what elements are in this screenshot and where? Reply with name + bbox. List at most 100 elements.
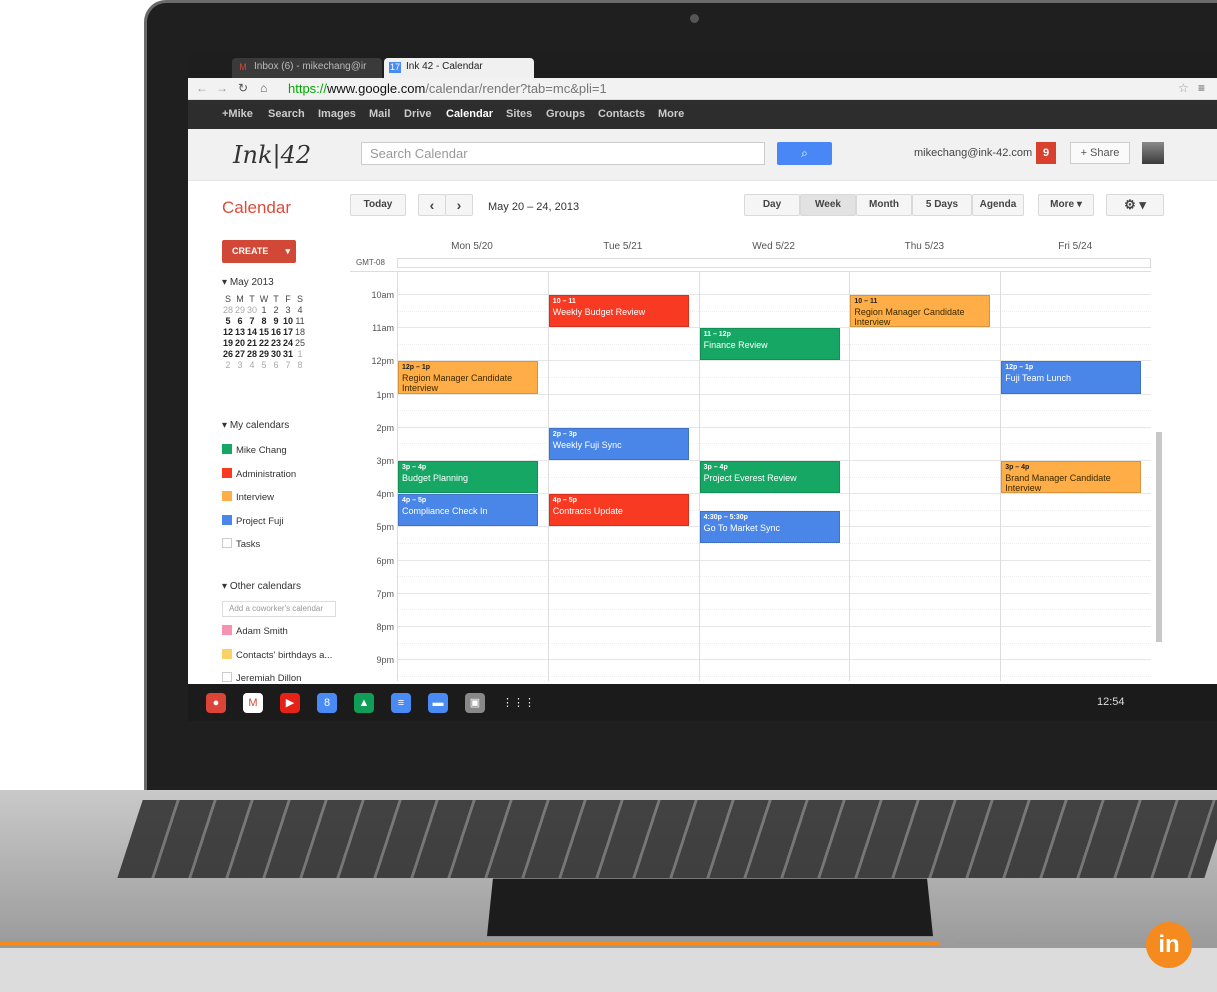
reload-icon[interactable]: ↻	[238, 81, 248, 95]
mini-day[interactable]: 18	[294, 326, 306, 337]
mini-day[interactable]: 5	[222, 315, 234, 326]
mini-day[interactable]: 30	[270, 348, 282, 359]
calendar-item[interactable]: Administration	[222, 467, 296, 480]
back-icon[interactable]: ←	[196, 81, 208, 95]
mini-day[interactable]: 24	[282, 337, 294, 348]
files-icon[interactable]: ▬	[428, 693, 448, 713]
account-email[interactable]: mikechang@ink-42.com	[914, 147, 1032, 159]
mini-day[interactable]: 25	[294, 337, 306, 348]
home-icon[interactable]: ⌂	[260, 81, 267, 95]
gbar-item[interactable]: Sites	[506, 108, 532, 120]
view-week-button[interactable]: Week	[800, 194, 856, 216]
calendar-event[interactable]: 11 – 12p Finance Review	[699, 328, 840, 361]
gbar-item[interactable]: Groups	[546, 108, 585, 120]
star-icon[interactable]: ☆	[1178, 81, 1189, 95]
mini-day[interactable]: 6	[234, 315, 246, 326]
chevron-down-icon[interactable]: ▾	[275, 240, 290, 263]
calendar-event[interactable]: 10 – 11 Region Manager Candidate Intervie…	[850, 295, 991, 328]
mini-day[interactable]: 1	[258, 304, 270, 315]
mini-day[interactable]: 19	[222, 337, 234, 348]
mini-day[interactable]: 7	[246, 315, 258, 326]
create-button[interactable]: CREATE ▾	[222, 240, 296, 263]
time-grid[interactable]: 10am 11am 12pm 1pm 2pm 3pm 4pm 5pm 6pm 7pm 8pm 9pm 1…	[350, 271, 1151, 681]
calendar-item[interactable]: Jeremiah Dillon	[222, 672, 301, 684]
mini-day[interactable]: 2	[222, 359, 234, 370]
more-button[interactable]: More ▾	[1038, 194, 1094, 216]
calendar-event[interactable]: 12p – 1p Region Manager Candidate Intervi…	[398, 361, 538, 394]
mini-day[interactable]: 29	[258, 348, 270, 359]
calendar-item[interactable]: Interview	[222, 491, 274, 503]
tab-calendar[interactable]: 17 Ink 42 - Calendar	[384, 58, 534, 78]
mini-day[interactable]: 21	[246, 337, 258, 348]
gmail-icon[interactable]: M	[243, 693, 263, 713]
mini-day[interactable]: 9	[270, 315, 282, 326]
forward-icon[interactable]: →	[216, 81, 228, 95]
mini-day[interactable]: 8	[258, 315, 270, 326]
calendar-event[interactable]: 4p – 5p Compliance Check In	[398, 494, 538, 527]
calendar-item[interactable]: Tasks	[222, 538, 260, 550]
calendar-item[interactable]: Project Fuji	[222, 514, 284, 527]
calendar-event[interactable]: 3p – 4p Brand Manager Candidate Interview	[1001, 461, 1142, 494]
calendar-item[interactable]: Mike Chang	[222, 444, 287, 456]
calendar-event[interactable]: 4:30p – 5:30p Go To Market Sync	[699, 510, 840, 543]
calendar-event[interactable]: 2p – 3p Weekly Fuji Sync	[548, 427, 689, 460]
drive-icon[interactable]: ▲	[354, 693, 374, 713]
mini-day[interactable]: 2	[270, 304, 282, 315]
other-calendars-header[interactable]: ▾ Other calendars	[222, 581, 301, 592]
gbar-item[interactable]: Images	[318, 108, 356, 120]
mini-day[interactable]: 5	[258, 359, 270, 370]
chrome-icon[interactable]: ●	[206, 693, 226, 713]
mini-day[interactable]: 29	[234, 304, 246, 315]
youtube-icon[interactable]: ▶	[280, 693, 300, 713]
mini-day[interactable]: 6	[270, 359, 282, 370]
tab-inbox[interactable]: M Inbox (6) - mikechang@ir	[232, 58, 382, 78]
next-button[interactable]: ›	[445, 194, 473, 216]
day-header[interactable]: Tue 5/21	[548, 241, 698, 252]
mini-day[interactable]: 3	[282, 304, 294, 315]
mini-day[interactable]: 12	[222, 326, 234, 337]
day-header[interactable]: Thu 5/23	[849, 241, 999, 252]
gbar-item[interactable]: +Mike	[222, 108, 253, 120]
calendar-event[interactable]: 10 – 11 Weekly Budget Review	[548, 295, 689, 328]
day-header[interactable]: Wed 5/22	[699, 241, 849, 252]
mini-day[interactable]: 30	[246, 304, 258, 315]
mini-day[interactable]: 28	[246, 348, 258, 359]
calendar-event[interactable]: 3p – 4p Project Everest Review	[699, 461, 840, 494]
mini-day[interactable]: 22	[258, 337, 270, 348]
calendar-event[interactable]: 3p – 4p Budget Planning	[398, 461, 538, 494]
mini-day[interactable]: 7	[282, 359, 294, 370]
view-5-days-button[interactable]: 5 Days	[912, 194, 972, 216]
mini-day[interactable]: 17	[282, 326, 294, 337]
mini-day[interactable]: 26	[222, 348, 234, 359]
calendar-event[interactable]: 4p – 5p Contracts Update	[548, 494, 689, 527]
apps-grid-icon[interactable]: ⋮⋮⋮	[502, 693, 535, 713]
mini-day[interactable]: 3	[234, 359, 246, 370]
calendar-item[interactable]: Adam Smith	[222, 625, 288, 637]
mini-day[interactable]: 15	[258, 326, 270, 337]
mini-day[interactable]: 14	[246, 326, 258, 337]
clock[interactable]: 12:54	[1097, 696, 1125, 708]
mini-day[interactable]: 4	[294, 304, 306, 315]
view-month-button[interactable]: Month	[856, 194, 912, 216]
all-day-row[interactable]	[397, 258, 1151, 268]
gbar-item[interactable]: Search	[268, 108, 305, 120]
mini-day[interactable]: 23	[270, 337, 282, 348]
menu-icon[interactable]: ≡	[1198, 81, 1205, 95]
mini-day[interactable]: 8	[294, 359, 306, 370]
mini-day[interactable]: 10	[282, 315, 294, 326]
calendar-item[interactable]: Contacts' birthdays a...	[222, 648, 332, 661]
mini-day[interactable]: 28	[222, 304, 234, 315]
gbar-item[interactable]: Mail	[369, 108, 390, 120]
mini-day[interactable]: 16	[270, 326, 282, 337]
settings-button[interactable]: ⚙ ▾	[1106, 194, 1164, 216]
mini-day[interactable]: 1	[294, 348, 306, 359]
search-input[interactable]: Search Calendar	[361, 142, 765, 165]
brand-logo[interactable]: Ink|42	[233, 141, 311, 169]
terminal-icon[interactable]: ▣	[465, 693, 485, 713]
prev-button[interactable]: ‹	[418, 194, 446, 216]
mini-day[interactable]: 13	[234, 326, 246, 337]
view-day-button[interactable]: Day	[744, 194, 800, 216]
scrollbar[interactable]	[1156, 432, 1162, 642]
mini-day[interactable]: 11	[294, 315, 306, 326]
view-agenda-button[interactable]: Agenda	[972, 194, 1024, 216]
